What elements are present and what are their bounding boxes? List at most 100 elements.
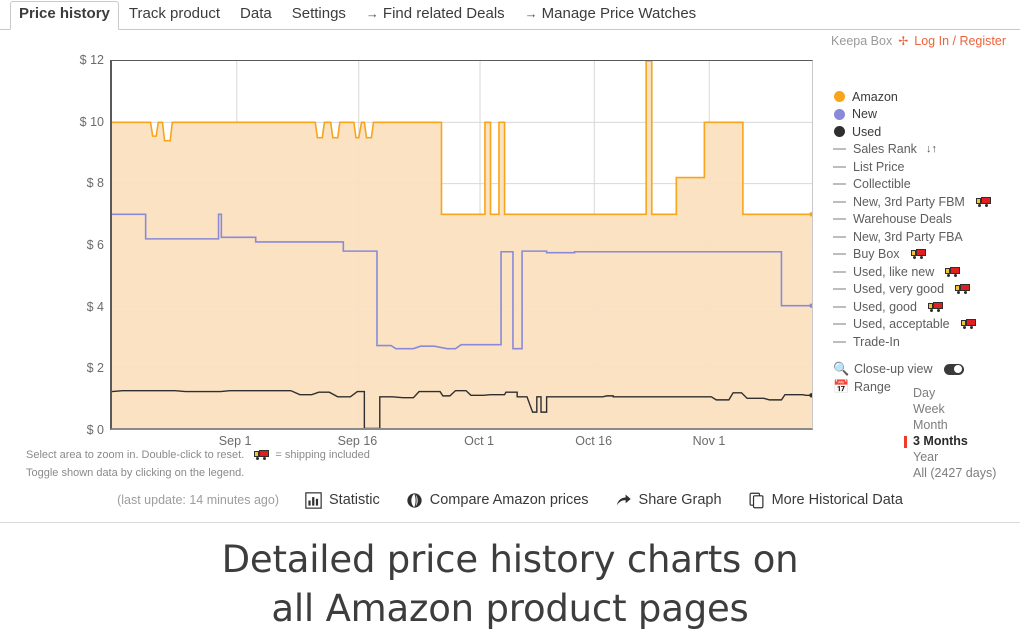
legend-item-list-price[interactable]: List Price — [833, 158, 1020, 176]
legend-color-dash — [833, 323, 846, 325]
y-tick-label: $ 12 — [80, 53, 104, 67]
legend-item-sales-rank[interactable]: Sales Rank ↓↑ — [833, 141, 1020, 159]
compare-amazon-prices-button[interactable]: Compare Amazon prices — [406, 492, 589, 509]
legend-item-used-good[interactable]: Used, good — [833, 298, 1020, 316]
section-divider — [0, 522, 1020, 523]
legend-item-used-like-new[interactable]: Used, like new — [833, 263, 1020, 281]
last-update-label: (last update: 14 minutes ago) — [117, 493, 279, 507]
legend-color-dash — [833, 306, 846, 308]
statistic-button[interactable]: Statistic — [305, 492, 380, 509]
range-option-year[interactable]: Year — [904, 450, 996, 466]
legend-item-trade-in[interactable]: Trade-In — [833, 333, 1020, 351]
shipping-truck-icon — [955, 284, 970, 294]
calendar-icon: 📅 — [833, 379, 847, 395]
tab-find-related-deals[interactable]: → Find related Deals — [356, 2, 515, 29]
new-badge: new — [247, 0, 264, 3]
legend-item-used-acceptable[interactable]: Used, acceptable — [833, 316, 1020, 334]
legend-item-buy-box[interactable]: Buy Box — [833, 246, 1020, 264]
legend-item-new-3rd-party-fbm[interactable]: New, 3rd Party FBM — [833, 193, 1020, 211]
tab-settings[interactable]: Settings — [282, 2, 356, 29]
legend-item-new[interactable]: New — [833, 106, 1020, 124]
legend-item-label: Used, good — [853, 300, 917, 314]
share-arrow-icon — [615, 492, 632, 509]
y-tick-label: $ 4 — [87, 300, 104, 314]
legend-item-used-very-good[interactable]: Used, very good — [833, 281, 1020, 299]
range-options[interactable]: DayWeekMonth3 MonthsYearAll (2427 days) — [904, 386, 996, 482]
range-option-label: Year — [913, 450, 938, 464]
shipping-truck-icon — [976, 197, 991, 207]
tab-label: Manage Price Watches — [542, 5, 697, 22]
legend-item-label: Trade-In — [853, 335, 900, 349]
legend-color-dash — [833, 341, 846, 343]
x-tick-label: Nov 1 — [693, 434, 726, 448]
tab-label: Data — [240, 5, 272, 22]
closeup-view-toggle[interactable] — [944, 364, 964, 375]
tab-label: Price history — [19, 5, 110, 22]
price-history-chart: $ 0$ 2$ 4$ 6$ 8$ 10$ 12 Sep 1 Sep 16 Oct 1… — [0, 30, 1020, 520]
legend-item-new-3rd-party-fba[interactable]: New, 3rd Party FBA — [833, 228, 1020, 246]
legend-item-used[interactable]: Used — [833, 123, 1020, 141]
chart-legend[interactable]: AmazonNewUsedSales Rank ↓↑ List Price Colle… — [833, 88, 1020, 351]
closeup-view-row[interactable]: 🔍 Close-up view — [833, 360, 1020, 378]
copy-icon — [748, 492, 765, 509]
footer-button-label: Statistic — [329, 492, 380, 508]
main-tab-bar: Price history Track product new Data Set… — [0, 0, 1020, 30]
x-tick-label: Oct 16 — [575, 434, 612, 448]
legend-item-label: List Price — [853, 160, 904, 174]
tab-track-product[interactable]: Track product — [119, 2, 230, 29]
shipping-truck-icon — [928, 302, 943, 312]
chart-hints: Select area to zoom in. Double-click to … — [26, 448, 370, 482]
sort-rank-icon[interactable]: ↓↑ — [926, 143, 937, 155]
range-option-day[interactable]: Day — [904, 386, 996, 402]
chart-plot-area[interactable] — [110, 60, 813, 430]
closeup-view-label: Close-up view — [854, 362, 933, 376]
x-tick-label: Sep 1 — [219, 434, 252, 448]
legend-item-label: Used, like new — [853, 265, 934, 279]
y-axis-labels: $ 0$ 2$ 4$ 6$ 8$ 10$ 12 — [60, 60, 104, 430]
shipping-truck-icon — [911, 249, 926, 259]
footer-button-label: Compare Amazon prices — [430, 492, 589, 508]
range-option-label: Month — [913, 418, 948, 432]
footer-button-label: Share Graph — [639, 492, 722, 508]
arrow-right-icon: → — [525, 6, 538, 21]
tab-label: Find related Deals — [383, 5, 505, 22]
range-option-month[interactable]: Month — [904, 418, 996, 434]
tab-label: Settings — [292, 5, 346, 22]
range-option-label: Week — [913, 402, 945, 416]
arrow-right-icon: → — [366, 6, 379, 21]
legend-color-dot — [834, 109, 845, 120]
legend-item-warehouse-deals[interactable]: Warehouse Deals — [833, 211, 1020, 229]
caption-line-2: all Amazon product pages — [0, 585, 1020, 634]
legend-item-label: Used, very good — [853, 282, 944, 296]
legend-color-dash — [833, 236, 846, 238]
tab-price-history[interactable]: Price history — [10, 1, 119, 30]
legend-item-collectible[interactable]: Collectible — [833, 176, 1020, 194]
footer-button-label: More Historical Data — [772, 492, 903, 508]
range-option-label: 3 Months — [913, 434, 968, 448]
range-option-3-months[interactable]: 3 Months — [904, 434, 996, 450]
legend-color-dash — [833, 288, 846, 290]
hint-zoom-text: Select area to zoom in. Double-click to … — [26, 449, 244, 461]
legend-item-label: Buy Box — [853, 247, 900, 261]
x-tick-label: Oct 1 — [464, 434, 494, 448]
tab-manage-price-watches[interactable]: → Manage Price Watches — [515, 2, 707, 29]
legend-color-dot — [834, 126, 845, 137]
shipping-truck-icon — [945, 267, 960, 277]
range-label: Range — [854, 380, 891, 394]
range-option-label: Day — [913, 386, 935, 400]
legend-item-label: Used, acceptable — [853, 317, 950, 331]
range-option-week[interactable]: Week — [904, 402, 996, 418]
share-graph-button[interactable]: Share Graph — [615, 492, 722, 509]
legend-item-label: New, 3rd Party FBA — [853, 230, 963, 244]
x-tick-label: Sep 16 — [338, 434, 378, 448]
legend-item-label: Sales Rank — [853, 142, 917, 156]
legend-item-label: Collectible — [853, 177, 911, 191]
more-historical-data-button[interactable]: More Historical Data — [748, 492, 903, 509]
page-caption: Detailed price history charts on all Ama… — [0, 536, 1020, 634]
legend-item-amazon[interactable]: Amazon — [833, 88, 1020, 106]
tab-data[interactable]: new Data — [230, 2, 282, 29]
legend-color-dash — [833, 271, 846, 273]
shipping-truck-icon — [250, 450, 269, 466]
legend-color-dash — [833, 183, 846, 185]
legend-color-dash — [833, 148, 846, 150]
